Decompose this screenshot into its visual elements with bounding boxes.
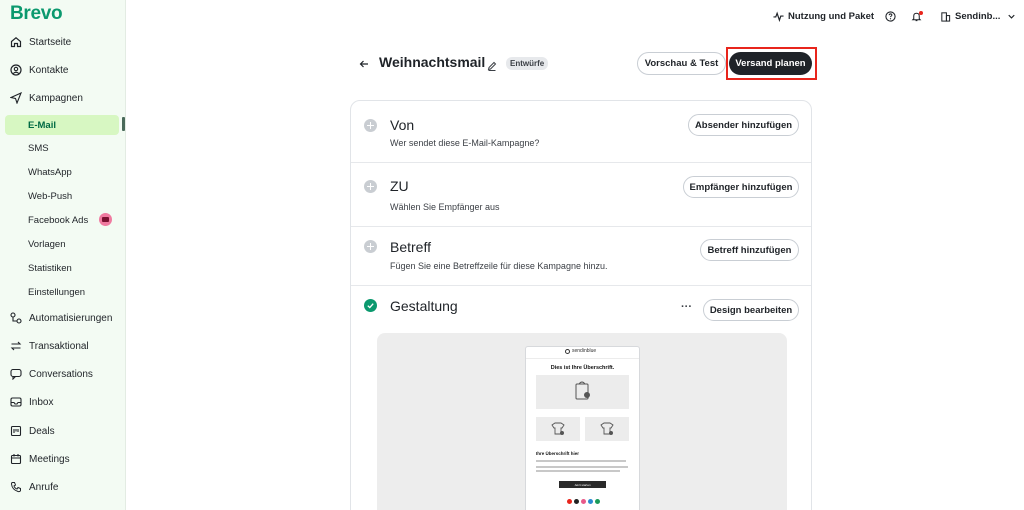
sidebar-item-label: Meetings — [29, 453, 70, 465]
preview-image — [585, 417, 629, 441]
sidebar-item-label: Inbox — [29, 396, 54, 408]
preview-subheading: Ihre Überschrift hier — [536, 451, 580, 456]
section-subtitle-betreff: Fügen Sie eine Betreffzeile für diese Ka… — [390, 261, 608, 271]
home-icon — [10, 36, 22, 48]
calendar-icon — [10, 453, 22, 465]
social-icon — [581, 499, 586, 504]
sidebar-subitem-statistiken[interactable]: Statistiken — [28, 260, 72, 276]
sidebar-item-inbox[interactable]: Inbox — [0, 391, 126, 413]
check-icon — [364, 299, 377, 312]
sidebar-item-label: Automatisierungen — [29, 312, 113, 324]
sidebar-subitem-whatsapp[interactable]: WhatsApp — [28, 164, 72, 180]
back-arrow-icon[interactable] — [358, 57, 370, 69]
social-icon — [588, 499, 593, 504]
automation-icon — [10, 312, 22, 324]
sidebar-item-startseite[interactable]: Startseite — [0, 31, 126, 53]
sidebar-item-automatisierungen[interactable]: Automatisierungen — [0, 307, 126, 329]
more-options-icon[interactable]: ··· — [681, 301, 692, 313]
social-icon — [574, 499, 579, 504]
edit-design-button[interactable]: Design bearbeiten — [703, 299, 799, 321]
notification-dot — [919, 10, 923, 15]
sidebar-subitem-einstellungen[interactable]: Einstellungen — [28, 284, 85, 300]
preview-image — [536, 375, 629, 409]
sidebar: Brevo Startseite Kontakte Kampagnen E-Ma… — [0, 0, 126, 510]
preview-image — [536, 417, 580, 441]
sidebar-item-transaktional[interactable]: Transaktional — [0, 335, 126, 357]
sidebar-item-label: Kampagnen — [29, 92, 83, 104]
contacts-icon — [10, 64, 22, 76]
social-icon — [595, 499, 600, 504]
preview-text-line — [536, 460, 626, 462]
sidebar-item-deals[interactable]: Deals — [0, 420, 126, 442]
transactional-icon — [10, 340, 22, 352]
usage-plan-link[interactable]: Nutzung und Paket — [773, 8, 874, 24]
sidebar-subitem-sms[interactable]: SMS — [28, 140, 49, 156]
usage-plan-label: Nutzung und Paket — [788, 10, 875, 22]
preview-logo: sendinblue — [565, 348, 596, 354]
sidebar-item-meetings[interactable]: Meetings — [0, 448, 126, 470]
chevron-down-icon — [1006, 11, 1017, 22]
sidebar-item-label: Deals — [29, 425, 55, 437]
sidebar-item-label: Startseite — [29, 36, 72, 48]
bell-icon — [911, 10, 923, 22]
divider — [351, 162, 811, 163]
robot-icon — [99, 213, 112, 226]
divider — [351, 285, 811, 286]
sidebar-item-kampagnen[interactable]: Kampagnen — [0, 87, 126, 109]
active-indicator — [122, 117, 125, 131]
highlight-outline — [726, 47, 817, 80]
status-badge: Entwürfe — [506, 57, 549, 70]
preview-text-line — [536, 466, 628, 468]
social-icon — [567, 499, 572, 504]
sidebar-item-anrufe[interactable]: Anrufe — [0, 476, 126, 498]
notifications-button[interactable] — [911, 8, 923, 24]
add-subject-button[interactable]: Betreff hinzufügen — [700, 239, 799, 261]
preview-text-line — [536, 470, 620, 472]
section-title-betreff: Betreff — [390, 239, 431, 255]
page-title: Weihnachtsmail — [379, 54, 486, 70]
sidebar-item-conversations[interactable]: Conversations — [0, 363, 126, 385]
deals-icon — [10, 425, 22, 437]
sidebar-item-label: Transaktional — [29, 340, 89, 352]
step-pending-icon — [364, 119, 377, 132]
sidebar-subitem-label: E-Mail — [28, 119, 56, 131]
step-pending-icon — [364, 240, 377, 253]
section-title-gestaltung: Gestaltung — [390, 298, 458, 314]
preview-test-button[interactable]: Vorschau & Test — [637, 52, 726, 75]
building-icon — [940, 11, 951, 22]
brevo-logo[interactable]: Brevo — [10, 3, 63, 25]
preview-cta-button: Jetzt starten — [559, 481, 606, 488]
section-title-von: Von — [390, 117, 415, 133]
sidebar-subitem-vorlagen[interactable]: Vorlagen — [28, 236, 66, 252]
section-subtitle-von: Wer sendet diese E-Mail-Kampagne? — [390, 138, 540, 148]
phone-icon — [10, 481, 22, 493]
account-menu[interactable]: Sendinb... — [940, 8, 1017, 24]
inbox-icon — [10, 396, 22, 408]
add-sender-button[interactable]: Absender hinzufügen — [688, 114, 799, 136]
preview-heading: Dies ist Ihre Überschrift. — [550, 365, 615, 371]
chat-icon — [10, 368, 22, 380]
sidebar-subitem-facebook-ads[interactable]: Facebook Ads — [28, 212, 88, 228]
pencil-icon[interactable] — [487, 58, 497, 71]
add-recipients-button[interactable]: Empfänger hinzufügen — [683, 176, 799, 198]
sidebar-item-label: Kontakte — [29, 64, 69, 76]
divider — [351, 226, 811, 227]
sidebar-item-kontakte[interactable]: Kontakte — [0, 59, 126, 81]
account-label: Sendinb... — [955, 10, 1001, 22]
step-pending-icon — [364, 180, 377, 193]
preview-divider — [526, 358, 639, 359]
sidebar-item-label: Anrufe — [29, 481, 59, 493]
section-title-zu: ZU — [390, 178, 409, 194]
help-button[interactable] — [885, 8, 896, 24]
sidebar-item-label: Conversations — [29, 368, 93, 380]
section-subtitle-zu: Wählen Sie Empfänger aus — [390, 202, 500, 212]
help-icon — [885, 10, 896, 22]
sidebar-subitem-web-push[interactable]: Web-Push — [28, 188, 72, 204]
send-icon — [10, 92, 22, 104]
activity-icon — [773, 11, 784, 22]
sidebar-subitem-email[interactable] — [5, 115, 119, 135]
